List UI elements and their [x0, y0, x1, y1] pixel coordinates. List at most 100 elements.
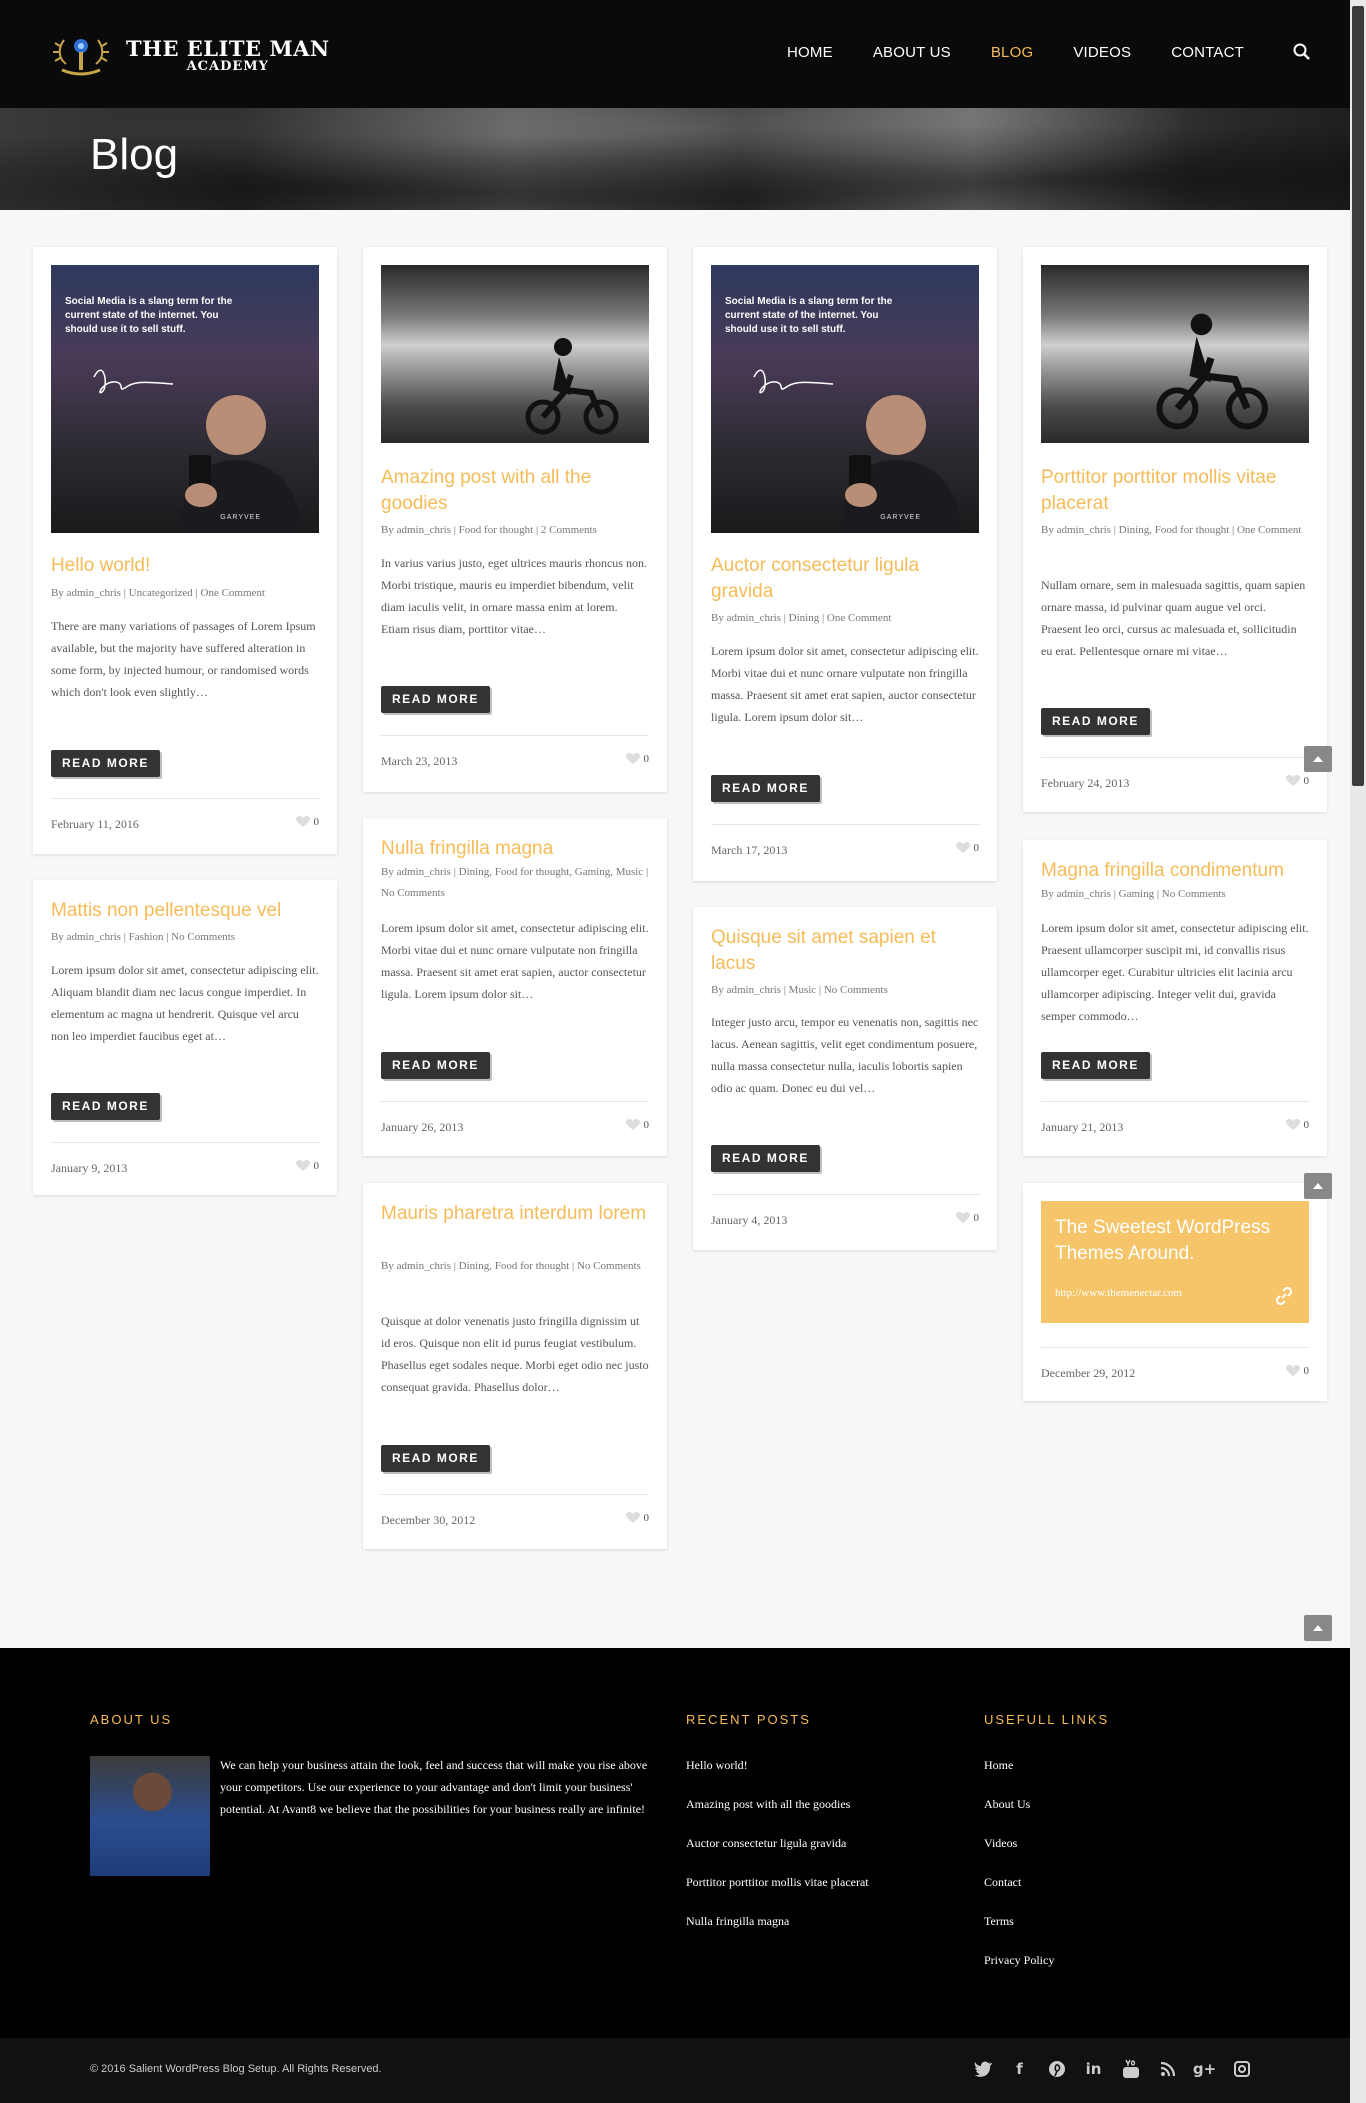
post-meta: By admin_chris | Music | No Comments [711, 984, 888, 996]
nav-videos[interactable]: VIDEOS [1073, 44, 1131, 61]
post-title[interactable]: Mauris pharetra interdum lorem [381, 1201, 649, 1227]
likes-count: 0 [1303, 775, 1310, 787]
recent-post-link[interactable]: Hello world! [686, 1754, 869, 1793]
person-silhouette-icon [841, 395, 961, 533]
rss-icon[interactable] [1149, 2058, 1186, 2080]
post-title[interactable]: Amazing post with all the goodies [381, 465, 649, 517]
back-to-top-button[interactable] [1304, 746, 1332, 772]
image-credit: GARYVEE [880, 514, 921, 521]
image-caption: Social Media is a slang term for the cur… [725, 296, 893, 335]
likes-counter[interactable]: 0 [1285, 1119, 1309, 1131]
post-title[interactable]: Auctor consectetur ligula gravida [711, 553, 979, 605]
page-title-bar: Blog [0, 108, 1350, 210]
post-excerpt: Lorem ipsum dolor sit amet, consectetur … [51, 963, 319, 1043]
post-image[interactable] [381, 265, 649, 443]
site-logo[interactable]: THE ELITE MAN ACADEMY [50, 30, 330, 80]
link-post-box[interactable]: The Sweetest WordPress Themes Around. ht… [1041, 1201, 1309, 1323]
post-date: February 24, 2013 [1041, 776, 1130, 790]
read-more-button[interactable]: READ MORE [51, 1093, 160, 1120]
post-date: January 9, 2013 [51, 1161, 128, 1175]
read-more-button[interactable]: READ MORE [711, 1145, 820, 1172]
nav-about-us[interactable]: ABOUT US [873, 44, 951, 61]
post-title[interactable]: Porttitor porttitor mollis vitae placera… [1041, 465, 1309, 517]
footer-link-terms[interactable]: Terms [984, 1910, 1054, 1949]
linkedin-icon[interactable]: in [1075, 2058, 1112, 2080]
read-more-button[interactable]: READ MORE [51, 750, 160, 777]
twitter-icon[interactable] [964, 2058, 1001, 2080]
divider [51, 798, 319, 799]
page-scrollbar[interactable] [1350, 0, 1366, 2103]
post-meta: By admin_chris | Dining, Food for though… [1041, 524, 1302, 536]
logo-line2: ACADEMY [186, 58, 269, 74]
instagram-icon[interactable] [1223, 2058, 1260, 2080]
post-card: Magna fringilla condimentum By admin_chr… [1023, 840, 1327, 1156]
read-more-button[interactable]: READ MORE [381, 1445, 490, 1472]
read-more-button[interactable]: READ MORE [1041, 1052, 1150, 1079]
likes-counter[interactable]: 0 [955, 1212, 979, 1224]
post-title[interactable]: Quisque sit amet sapien et lacus [711, 925, 979, 977]
google-plus-icon[interactable]: g+ [1186, 2058, 1223, 2080]
link-icon [1275, 1286, 1293, 1310]
image-credit: GARYVEE [220, 514, 261, 521]
divider [381, 1101, 649, 1102]
post-title[interactable]: Magna fringilla condimentum [1041, 858, 1309, 884]
post-date: March 17, 2013 [711, 843, 788, 857]
likes-counter[interactable]: 0 [1285, 1365, 1309, 1377]
scrollbar-thumb[interactable] [1352, 6, 1364, 786]
likes-counter[interactable]: 0 [625, 1119, 649, 1131]
nav-home[interactable]: HOME [787, 44, 833, 61]
back-to-top-button[interactable] [1304, 1173, 1332, 1199]
facebook-icon[interactable]: f [1001, 2058, 1038, 2080]
read-more-button[interactable]: READ MORE [1041, 708, 1150, 735]
likes-counter[interactable]: 0 [295, 816, 319, 828]
nav-blog[interactable]: BLOG [991, 44, 1033, 61]
footer-link-home[interactable]: Home [984, 1754, 1054, 1793]
search-icon[interactable] [1292, 42, 1312, 62]
post-excerpt: There are many variations of passages of… [51, 619, 316, 699]
site-header: THE ELITE MAN ACADEMY HOME ABOUT US BLOG… [0, 0, 1350, 108]
likes-counter[interactable]: 0 [625, 753, 649, 765]
recent-post-link[interactable]: Porttitor porttitor mollis vitae placera… [686, 1871, 869, 1910]
read-more-button[interactable]: READ MORE [711, 775, 820, 802]
site-footer: ABOUT US We can help your business attai… [0, 1648, 1350, 2038]
recent-post-link[interactable]: Amazing post with all the goodies [686, 1793, 869, 1832]
footer-link-videos[interactable]: Videos [984, 1832, 1054, 1871]
link-post-url[interactable]: http://www.themenectar.com [1055, 1287, 1182, 1299]
likes-counter[interactable]: 0 [955, 842, 979, 854]
youtube-icon[interactable] [1112, 2058, 1149, 2080]
likes-counter[interactable]: 0 [295, 1160, 319, 1172]
footer-link-contact[interactable]: Contact [984, 1871, 1054, 1910]
divider [711, 824, 979, 825]
post-meta: By admin_chris | Food for thought | 2 Co… [381, 524, 597, 536]
read-more-button[interactable]: READ MORE [381, 686, 490, 713]
post-title[interactable]: Nulla fringilla magna [381, 836, 649, 862]
post-meta: By admin_chris | Fashion | No Comments [51, 931, 236, 943]
post-meta: By admin_chris | Dining, Food for though… [381, 1260, 641, 1272]
back-to-top-button[interactable] [1304, 1615, 1332, 1641]
link-post-card: The Sweetest WordPress Themes Around. ht… [1023, 1183, 1327, 1401]
heart-icon [625, 1119, 640, 1130]
recent-post-link[interactable]: Auctor consectetur ligula gravida [686, 1832, 869, 1871]
post-image[interactable] [1041, 265, 1309, 443]
footer-link-about-us[interactable]: About Us [984, 1793, 1054, 1832]
post-card: Mauris pharetra interdum lorem By admin_… [363, 1183, 667, 1549]
recent-posts-list: Hello world! Amazing post with all the g… [686, 1754, 869, 1949]
likes-counter[interactable]: 0 [625, 1512, 649, 1524]
recent-post-link[interactable]: Nulla fringilla magna [686, 1910, 869, 1949]
footer-link-privacy-policy[interactable]: Privacy Policy [984, 1949, 1054, 1988]
footer-about-heading: ABOUT US [90, 1712, 173, 1727]
footer-bottom-bar: © 2016 Salient WordPress Blog Setup. All… [0, 2038, 1350, 2103]
post-meta: By admin_chris | Uncategorized | One Com… [51, 587, 265, 599]
nav-contact[interactable]: CONTACT [1171, 44, 1244, 61]
read-more-button[interactable]: READ MORE [381, 1052, 490, 1079]
divider [381, 1494, 649, 1495]
person-silhouette-icon [181, 395, 301, 533]
post-title[interactable]: Mattis non pellentesque vel [51, 898, 319, 924]
post-title[interactable]: Hello world! [51, 553, 319, 579]
pinterest-icon[interactable] [1038, 2058, 1075, 2080]
post-image[interactable]: Social Media is a slang term for the cur… [711, 265, 979, 533]
likes-counter[interactable]: 0 [1285, 775, 1310, 787]
post-card: Porttitor porttitor mollis vitae placera… [1023, 247, 1327, 812]
social-icons: f in g+ [964, 2058, 1260, 2080]
post-image[interactable]: Social Media is a slang term for the cur… [51, 265, 319, 533]
